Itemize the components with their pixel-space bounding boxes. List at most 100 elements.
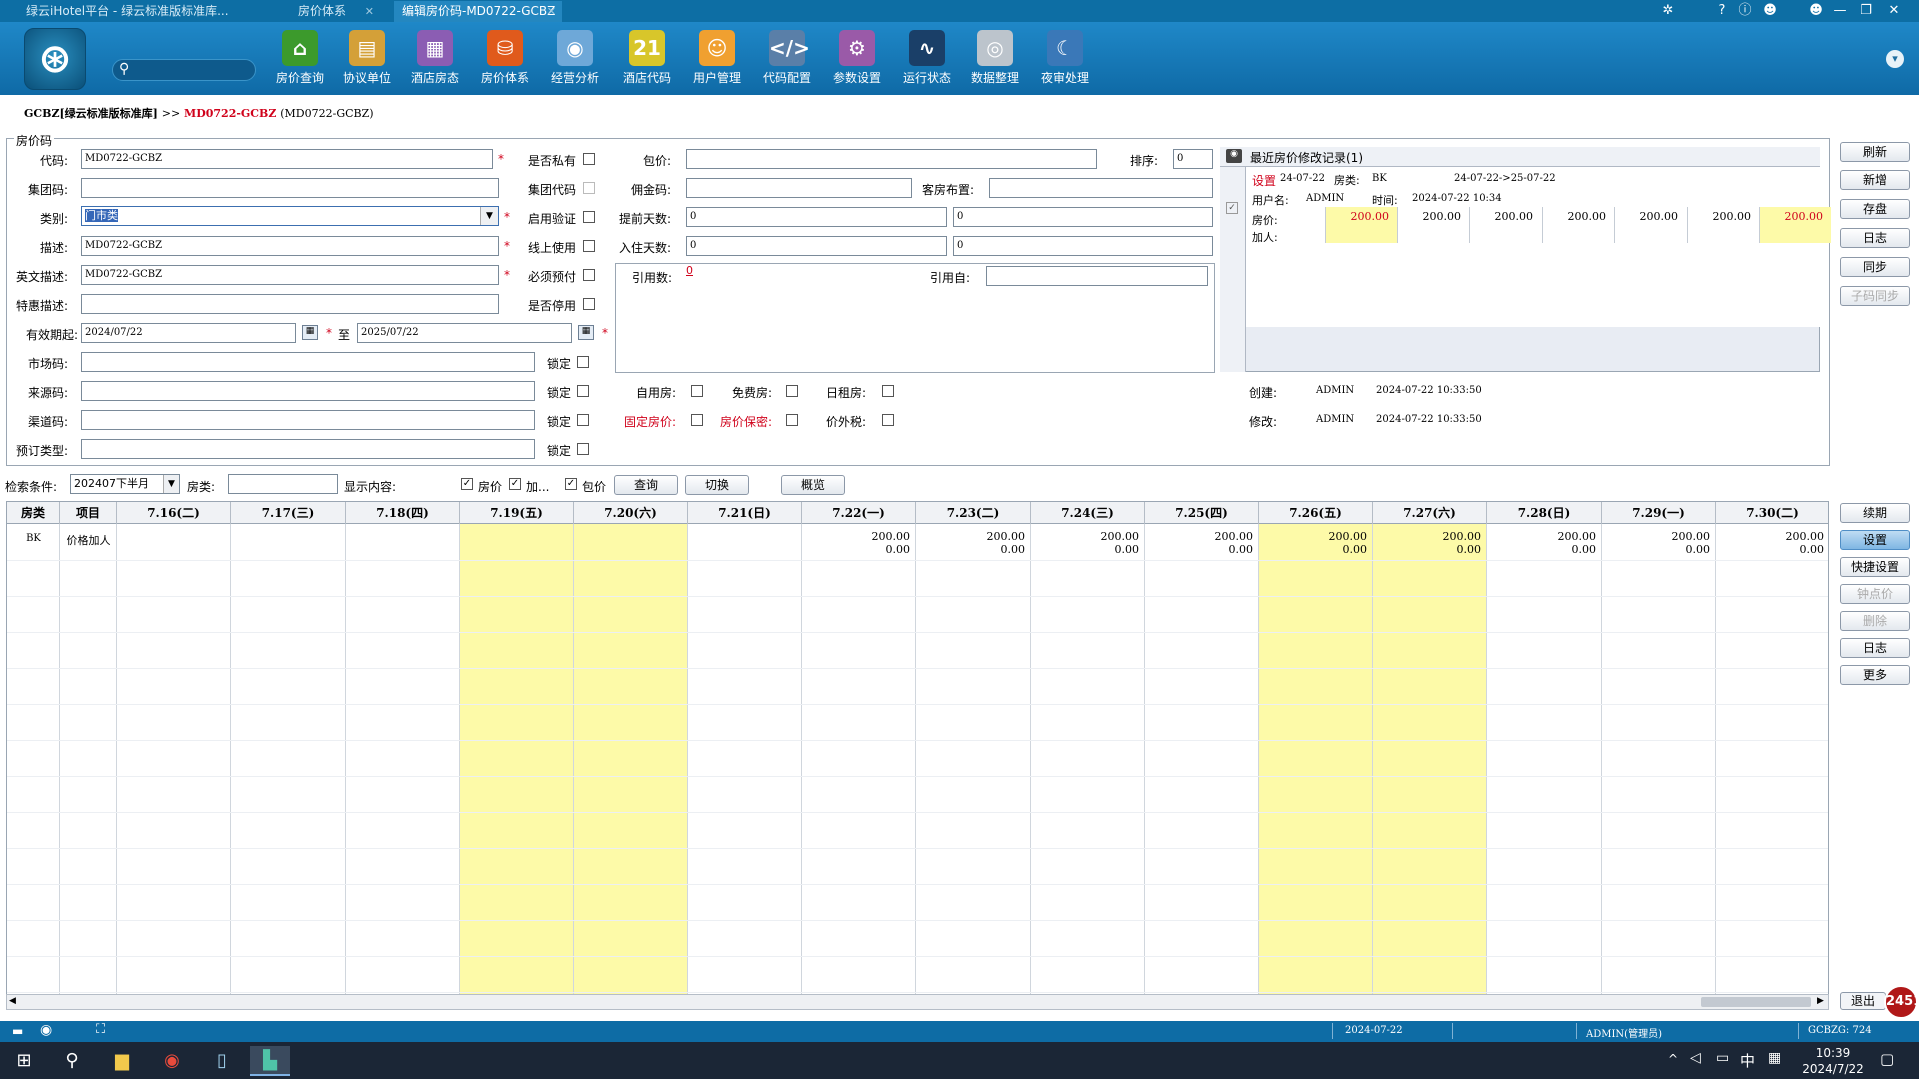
show-package-checkbox[interactable]: ✓ <box>565 478 577 490</box>
keyboard-icon[interactable]: ▬ <box>12 1024 30 1038</box>
source-input[interactable] <box>81 381 535 401</box>
grid-header-cell[interactable]: 7.24(三) <box>1031 502 1145 524</box>
refcount-link[interactable]: 0 <box>686 264 693 277</box>
booking-type-input[interactable] <box>81 439 535 459</box>
grid-header-cell[interactable]: 7.29(一) <box>1602 502 1716 524</box>
breadcrumb-root[interactable]: GCBZ[绿云标准版标准库] <box>24 107 158 120</box>
close-icon[interactable]: ✕ <box>547 1 556 22</box>
grid-header-cell[interactable]: 7.20(六) <box>574 502 688 524</box>
grid-price-cell[interactable]: 200.00 0.00 <box>916 530 1026 556</box>
toolbar-building-button[interactable]: ▤ 协议单位 <box>336 30 398 90</box>
valid-to-input[interactable]: 2025/07/22 <box>357 323 572 343</box>
grid-header-cell[interactable]: 7.19(五) <box>460 502 574 524</box>
fixed-price-checkbox[interactable] <box>691 414 703 426</box>
windows-start-icon[interactable]: ⊞ <box>6 1046 42 1076</box>
calendar-icon[interactable]: ▦ <box>578 325 594 340</box>
chevron-down-icon[interactable]: ▾ <box>1886 50 1904 68</box>
category-select[interactable]: 门市类 ▼ <box>81 206 499 226</box>
search-condition-select[interactable]: 202407下半月 ▼ <box>70 474 180 494</box>
hotel-app-taskbar-icon[interactable]: ▙ <box>250 1046 290 1076</box>
close-icon[interactable]: ✕ <box>365 1 374 22</box>
extra-tax-checkbox[interactable] <box>882 414 894 426</box>
toolbar-house-button[interactable]: ⌂ 房价查询 <box>269 30 331 90</box>
toolbar-price-system-button[interactable]: ⛁ 房价体系 <box>474 30 536 90</box>
self-use-checkbox[interactable] <box>691 385 703 397</box>
restore-button[interactable]: ❐ <box>1856 2 1876 20</box>
private-checkbox[interactable] <box>583 153 595 165</box>
en-desc-input[interactable]: MD0722-GCBZ <box>81 265 499 285</box>
desc-input[interactable]: MD0722-GCBZ <box>81 236 499 256</box>
grid-header-cell[interactable]: 7.25(四) <box>1145 502 1259 524</box>
market-input[interactable] <box>81 352 535 372</box>
groupcode-checkbox[interactable] <box>583 182 595 194</box>
action-button-0[interactable]: 刷新 <box>1840 142 1910 162</box>
network-icon[interactable]: ▭ <box>1716 1050 1729 1066</box>
grid-header-cell[interactable]: 7.21(日) <box>688 502 802 524</box>
app-window-icon[interactable]: ▯ <box>204 1046 240 1076</box>
file-explorer-icon[interactable]: ▆ <box>104 1046 140 1076</box>
grid-price-cell[interactable]: 200.00 0.00 <box>1716 530 1825 556</box>
info-icon[interactable]: ⓘ <box>1735 2 1755 20</box>
record-select-checkbox[interactable]: ✓ <box>1226 202 1238 214</box>
user-icon[interactable]: ☻ <box>1806 2 1826 20</box>
grid-header-cell[interactable]: 项目 <box>60 502 117 524</box>
price-secret-checkbox[interactable] <box>786 414 798 426</box>
valid-from-input[interactable]: 2024/07/22 <box>81 323 296 343</box>
chevron-down-icon[interactable]: ▼ <box>480 207 498 225</box>
group-input[interactable] <box>81 178 499 198</box>
grid-price-cell[interactable]: 200.00 0.00 <box>1031 530 1140 556</box>
help-icon[interactable]: ? <box>1712 2 1732 20</box>
notifications-icon[interactable]: ▢ <box>1880 1050 1894 1068</box>
grid-action-button-4[interactable]: 删除 <box>1840 611 1910 631</box>
grid-header-cell[interactable]: 7.26(五) <box>1259 502 1373 524</box>
prepay-checkbox[interactable] <box>583 269 595 281</box>
toolbar-analysis-button[interactable]: ◉ 经营分析 <box>544 30 606 90</box>
toolbar-roomstatus-button[interactable]: ▦ 酒店房态 <box>404 30 466 90</box>
chrome-icon[interactable]: ◉ <box>154 1046 190 1076</box>
day-room-checkbox[interactable] <box>882 385 894 397</box>
query-button[interactable]: 查询 <box>614 475 678 495</box>
tab-edit-rate-code[interactable]: 编辑房价码-MD0722-GCBZ ✕ <box>394 1 562 22</box>
room-type-input[interactable] <box>228 474 338 494</box>
free-room-checkbox[interactable] <box>786 385 798 397</box>
lock-booking-checkbox[interactable] <box>577 443 589 455</box>
grid-price-cell[interactable]: 200.00 0.00 <box>1602 530 1711 556</box>
lock-icon[interactable]: ☻ <box>1760 2 1780 20</box>
stay-days-max-input[interactable]: 0 <box>953 236 1213 256</box>
grid-header-cell[interactable]: 7.17(三) <box>231 502 346 524</box>
sort-input[interactable]: 0 <box>1173 149 1213 169</box>
verify-checkbox[interactable] <box>583 211 595 223</box>
overview-button[interactable]: 概览 <box>781 475 845 495</box>
grid-action-button-6[interactable]: 更多 <box>1840 665 1910 685</box>
chevron-down-icon[interactable]: ▼ <box>163 475 179 493</box>
show-price-checkbox[interactable]: ✓ <box>461 478 473 490</box>
action-button-1[interactable]: 新增 <box>1840 170 1910 190</box>
grid-header-cell[interactable]: 房类 <box>7 502 60 524</box>
action-button-2[interactable]: 存盘 <box>1840 199 1910 219</box>
horizontal-scrollbar[interactable]: ◀ ▶ <box>6 994 1829 1010</box>
commission-input[interactable] <box>686 178 912 198</box>
grid-price-cell[interactable]: 200.00 0.00 <box>1145 530 1254 556</box>
action-button-4[interactable]: 同步 <box>1840 257 1910 277</box>
ime-indicator[interactable]: 中 <box>1740 1050 1755 1071</box>
scroll-right-icon[interactable]: ▶ <box>1817 996 1824 1006</box>
toolbar-disk-button[interactable]: ◎ 数据整理 <box>964 30 1026 90</box>
minimize-button[interactable]: — <box>1830 2 1850 20</box>
advance-days-max-input[interactable]: 0 <box>953 207 1213 227</box>
switch-button[interactable]: 切换 <box>685 475 749 495</box>
toolbar-user-button[interactable]: ☺ 用户管理 <box>686 30 748 90</box>
grid-header-cell[interactable]: 7.28(日) <box>1487 502 1602 524</box>
settings-icon[interactable]: ✲ <box>1658 2 1678 20</box>
toolbar-monitor-button[interactable]: ∿ 运行状态 <box>896 30 958 90</box>
code-input[interactable]: MD0722-GCBZ <box>81 149 493 169</box>
grid-header-cell[interactable]: 7.23(二) <box>916 502 1031 524</box>
tab-platform[interactable]: 绿云iHotel平台 - 绿云标准版标准库... <box>18 1 283 22</box>
grid-header-cell[interactable]: 7.16(二) <box>117 502 231 524</box>
close-button[interactable]: ✕ <box>1884 2 1904 20</box>
package-input[interactable] <box>686 149 1097 169</box>
volume-icon[interactable]: ◁ <box>1690 1050 1701 1066</box>
search-input[interactable]: ⚲ <box>112 59 256 81</box>
grid-header-cell[interactable]: 7.22(一) <box>802 502 916 524</box>
chevron-up-icon[interactable]: ^ <box>1668 1052 1678 1066</box>
advance-days-min-input[interactable]: 0 <box>686 207 947 227</box>
